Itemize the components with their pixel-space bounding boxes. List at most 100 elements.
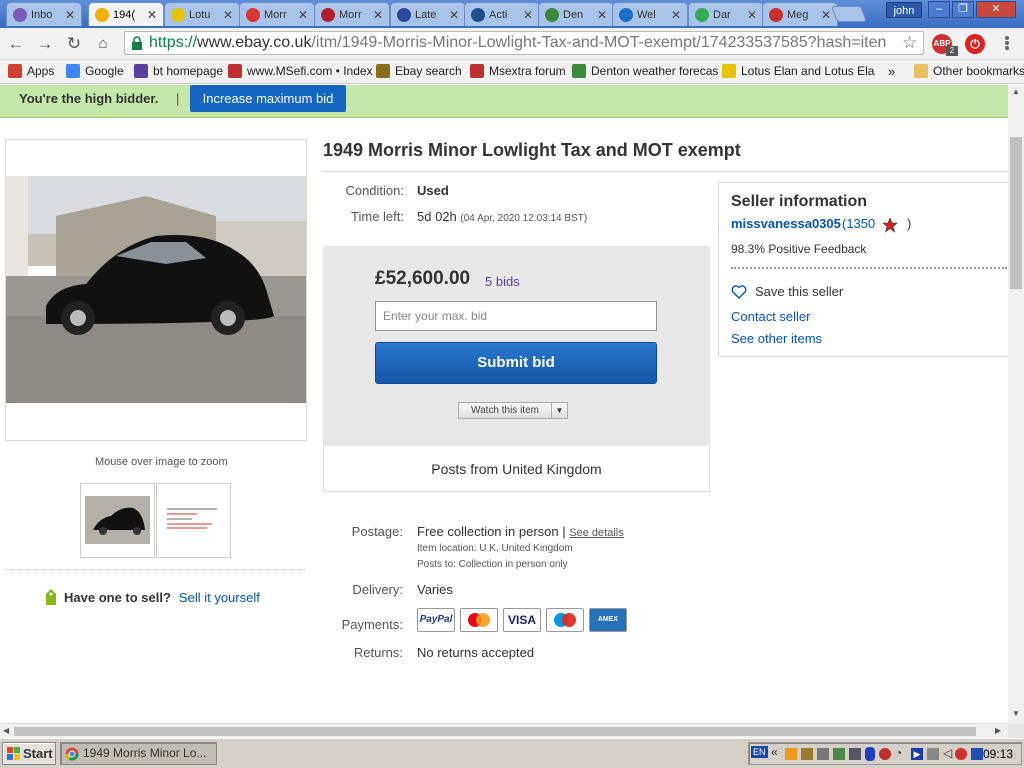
vertical-scroll-thumb[interactable] (1010, 137, 1022, 289)
tray-app-icon[interactable] (879, 748, 891, 760)
watch-dropdown-icon[interactable]: ▼ (552, 402, 568, 419)
reload-button[interactable]: ↻ (62, 33, 86, 55)
scroll-up-icon[interactable]: ▲ (1012, 87, 1020, 96)
horizontal-scrollbar[interactable]: ◀ ▶ (0, 723, 1008, 738)
language-indicator[interactable]: EN (751, 746, 768, 758)
bluetooth-icon[interactable] (865, 747, 875, 761)
bookmark-label: Denton weather forecas (591, 64, 719, 78)
media-play-icon[interactable]: ▶ (911, 748, 923, 760)
bookmark-1[interactable]: Google (66, 64, 124, 78)
bookmark-3[interactable]: www.MSefi.com • Index (228, 64, 373, 78)
url-path: /itm/1949-Morris-Minor-Lowlight-Tax-and-… (311, 34, 887, 51)
tab-close-icon[interactable]: ✕ (743, 8, 757, 22)
volume-icon[interactable]: ◁ (943, 746, 952, 760)
bookmark-7[interactable]: Lotus Elan and Lotus Ela (722, 64, 874, 78)
tray-app-icon[interactable] (833, 748, 845, 760)
new-tab-button[interactable] (831, 6, 867, 22)
sell-it-yourself-link[interactable]: Sell it yourself (179, 590, 260, 605)
tray-app-icon[interactable] (971, 748, 983, 760)
heart-icon[interactable] (731, 284, 747, 300)
end-time: (04 Apr, 2020 12:03:14 BST) (460, 213, 588, 224)
horizontal-scroll-thumb[interactable] (14, 727, 976, 736)
time-left: 5d 02h (04 Apr, 2020 12:03:14 BST) (417, 209, 587, 224)
bid-count-link[interactable]: 5 bids (485, 274, 520, 289)
see-other-items-link[interactable]: See other items (731, 331, 822, 346)
tab-0[interactable]: Inbo ✕ (6, 2, 82, 26)
tab-close-icon[interactable]: ✕ (593, 8, 607, 22)
display-icon[interactable] (927, 748, 939, 760)
bookmark-6[interactable]: Denton weather forecas (572, 64, 718, 78)
tab-close-icon[interactable]: ✕ (519, 8, 533, 22)
close-window-button[interactable]: ✕ (976, 1, 1016, 18)
price-tag-icon (46, 589, 56, 605)
tab-9[interactable]: Dar ✕ (688, 2, 764, 26)
stop-extension-icon[interactable]: ⏻ (965, 34, 985, 54)
address-bar[interactable]: https://www.ebay.co.uk/itm/1949-Morris-M… (124, 31, 924, 55)
tab-close-icon[interactable]: ✕ (61, 8, 75, 22)
bookmark-star-icon[interactable]: ☆ (902, 33, 917, 53)
minimize-button[interactable]: – (928, 1, 950, 18)
profile-button[interactable]: john (886, 2, 922, 18)
tab-label: Morr (264, 8, 287, 21)
maximize-button[interactable]: ❐ (952, 1, 974, 18)
wifi-icon[interactable]: ◔ (895, 746, 902, 760)
tray-app-icon[interactable] (785, 748, 797, 760)
taskbar-chrome-window[interactable]: 1949 Morris Minor Lo... (60, 742, 217, 765)
tab-close-icon[interactable]: ✕ (294, 8, 308, 22)
seller-name-link[interactable]: missvanessa0305 (731, 216, 841, 231)
home-button[interactable]: ⌂ (91, 33, 115, 55)
scroll-down-icon[interactable]: ▼ (1012, 709, 1020, 718)
scroll-right-icon[interactable]: ▶ (995, 726, 1001, 735)
bookmark-4[interactable]: Ebay search (376, 64, 462, 78)
other-bookmarks-folder[interactable]: Other bookmarks (914, 64, 1024, 78)
bookmark-label: Lotus Elan and Lotus Ela (741, 64, 875, 78)
forward-button[interactable]: → (33, 33, 57, 55)
vertical-scrollbar[interactable]: ▲ ▼ (1008, 85, 1024, 723)
bookmark-2[interactable]: bt homepage (134, 64, 223, 78)
bookmark-label: Msextra forum (489, 64, 566, 78)
tab-close-icon[interactable]: ✕ (817, 8, 831, 22)
tab-close-icon[interactable]: ✕ (445, 8, 459, 22)
car-photo[interactable] (6, 176, 306, 403)
tab-7[interactable]: Den ✕ (538, 2, 614, 26)
tab-1[interactable]: 194(✕ (88, 2, 164, 26)
start-button[interactable]: Start (2, 742, 56, 765)
back-button[interactable]: ← (4, 33, 28, 55)
max-bid-input[interactable]: Enter your max. bid (375, 301, 657, 331)
tray-app-icon[interactable] (955, 748, 967, 760)
paypal-icon: PayPal (417, 608, 455, 632)
submit-bid-button[interactable]: Submit bid (375, 342, 657, 384)
scroll-left-icon[interactable]: ◀ (3, 726, 9, 735)
tab-3[interactable]: Morr ✕ (239, 2, 315, 26)
tab-close-icon[interactable]: ✕ (369, 8, 383, 22)
tab-6[interactable]: Acti ✕ (464, 2, 540, 26)
tray-expand-icon[interactable]: « (771, 745, 778, 759)
tray-app-icon[interactable] (801, 748, 813, 760)
tab-8[interactable]: Wel ✕ (612, 2, 688, 26)
tab-close-icon[interactable]: ✕ (219, 8, 233, 22)
tray-app-icon[interactable] (817, 748, 829, 760)
tab-close-icon[interactable]: ✕ (667, 8, 681, 22)
see-details-link[interactable]: See details (569, 527, 623, 539)
save-seller-link[interactable]: Save this seller (755, 284, 843, 299)
tab-2[interactable]: Lotu ✕ (164, 2, 240, 26)
bookmark-5[interactable]: Msextra forum (470, 64, 566, 78)
seller-feedback-score[interactable]: (1350 (842, 216, 875, 231)
tab-close-icon[interactable]: ✕ (143, 8, 157, 22)
tab-favicon-icon (545, 7, 559, 22)
posts-from: Posts from United Kingdom (323, 446, 710, 492)
watch-item-button[interactable]: Watch this item (458, 402, 552, 419)
thumbnail-document[interactable] (156, 483, 231, 558)
bookmarks-overflow-button[interactable]: » (888, 64, 895, 79)
tab-10[interactable]: Meg ✕ (762, 2, 838, 26)
tray-app-icon[interactable] (849, 748, 861, 760)
bookmark-0[interactable]: Apps (8, 64, 54, 78)
tab-4[interactable]: Morr ✕ (314, 2, 390, 26)
increase-max-bid-button[interactable]: Increase maximum bid (190, 85, 346, 112)
seller-divider (731, 267, 1007, 269)
contact-seller-link[interactable]: Contact seller (731, 309, 810, 324)
thumbnail-car[interactable] (80, 483, 155, 558)
tab-5[interactable]: Late ✕ (390, 2, 466, 26)
start-label: Start (23, 746, 53, 761)
browser-menu-icon[interactable] (1000, 35, 1014, 51)
